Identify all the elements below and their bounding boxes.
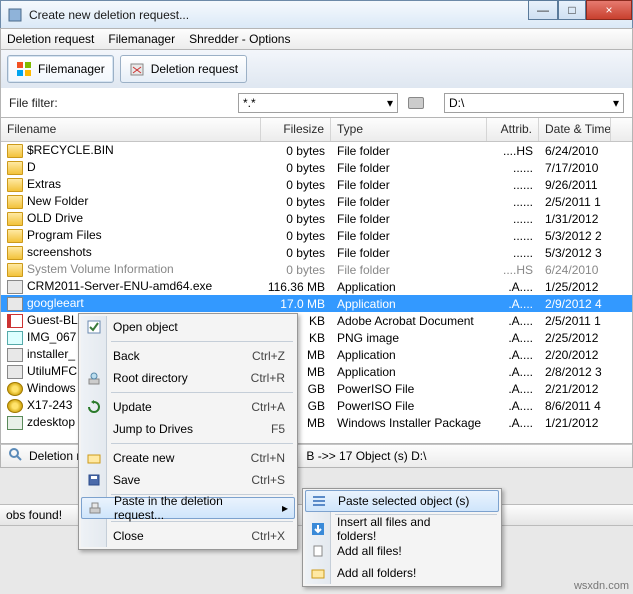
context-menu: Open object Back Ctrl+Z Root directory C… xyxy=(78,313,298,550)
jobs-text: obs found! xyxy=(6,508,62,522)
magnifier-icon xyxy=(9,448,23,465)
refresh-icon xyxy=(86,399,102,415)
tabbar: Filemanager Deletion request xyxy=(0,50,633,88)
folder-icon xyxy=(86,450,102,466)
ctx-update[interactable]: Update Ctrl+A xyxy=(81,396,295,418)
tab-deletion-request[interactable]: Deletion request xyxy=(120,55,247,83)
iso-icon xyxy=(7,399,23,413)
minimize-button[interactable]: — xyxy=(528,0,558,20)
table-row[interactable]: OLD Drive0 bytesFile folder......1/31/20… xyxy=(1,210,632,227)
table-row[interactable]: System Volume Information0 bytesFile fol… xyxy=(1,261,632,278)
window-title: Create new deletion request... xyxy=(29,8,528,22)
app-icon xyxy=(7,280,23,294)
app-icon xyxy=(7,7,23,23)
ctx-back[interactable]: Back Ctrl+Z xyxy=(81,345,295,367)
tab-label: Deletion request xyxy=(151,62,238,76)
tab-filemanager[interactable]: Filemanager xyxy=(7,55,114,83)
msi-icon xyxy=(7,416,23,430)
table-row[interactable]: Extras0 bytesFile folder......9/26/2011 xyxy=(1,176,632,193)
filter-row: File filter: *.* ▾ D:\ ▾ xyxy=(0,88,633,118)
ctx-close[interactable]: Close Ctrl+X xyxy=(81,525,295,547)
watermark: wsxdn.com xyxy=(574,580,629,592)
ctx-add-all-files[interactable]: Add all files! xyxy=(305,540,499,562)
maximize-button[interactable]: □ xyxy=(558,0,586,20)
folder-icon xyxy=(7,212,23,226)
col-filesize[interactable]: Filesize xyxy=(261,118,331,141)
tab-label: Filemanager xyxy=(38,62,105,76)
ctx-create-new[interactable]: Create new Ctrl+N xyxy=(81,447,295,469)
col-attrib[interactable]: Attrib. xyxy=(487,118,539,141)
app-icon xyxy=(7,348,23,362)
menubar: Deletion request Filemanager Shredder - … xyxy=(0,28,633,50)
table-row[interactable]: CRM2011-Server-ENU-amd64.exe116.36 MBApp… xyxy=(1,278,632,295)
filter-pattern-combo[interactable]: *.* ▾ xyxy=(238,93,398,113)
titlebar: Create new deletion request... — □ × xyxy=(0,0,633,28)
folder-icon xyxy=(310,565,326,581)
col-type[interactable]: Type xyxy=(331,118,487,141)
folder-icon xyxy=(7,195,23,209)
drive-value: D:\ xyxy=(449,96,464,110)
ctx-save[interactable]: Save Ctrl+S xyxy=(81,469,295,491)
menu-filemanager[interactable]: Filemanager xyxy=(108,32,175,46)
ctx-root-directory[interactable]: Root directory Ctrl+R xyxy=(81,367,295,389)
root-icon xyxy=(86,370,102,386)
app-icon xyxy=(7,297,23,311)
menu-shredder-options[interactable]: Shredder - Options xyxy=(189,32,290,46)
ctx-paste-in-deletion-request[interactable]: Paste in the deletion request... ▸ xyxy=(81,497,295,519)
menu-deletion-request[interactable]: Deletion request xyxy=(7,32,94,46)
file-filter-label: File filter: xyxy=(9,96,58,110)
list-icon xyxy=(311,493,327,509)
folder-icon xyxy=(7,263,23,277)
submenu-arrow-icon: ▸ xyxy=(282,501,288,515)
folder-icon xyxy=(7,246,23,260)
status-text: B ->> 17 Object (s) D:\ xyxy=(306,449,426,463)
chevron-down-icon: ▾ xyxy=(613,96,619,110)
folder-icon xyxy=(7,161,23,175)
col-filename[interactable]: Filename xyxy=(1,118,261,141)
ctx-jump-to-drives[interactable]: Jump to Drives F5 xyxy=(81,418,295,440)
ctx-insert-all-files-folders[interactable]: Insert all files and folders! xyxy=(305,518,499,540)
filter-pattern-value: *.* xyxy=(243,96,256,110)
context-submenu: Paste selected object (s) Insert all fil… xyxy=(302,488,502,587)
drive-combo[interactable]: D:\ ▾ xyxy=(444,93,624,113)
col-date[interactable]: Date & Time xyxy=(539,118,611,141)
table-row[interactable]: New Folder0 bytesFile folder......2/5/20… xyxy=(1,193,632,210)
drive-icon xyxy=(408,97,424,109)
app-icon xyxy=(7,365,23,379)
png-icon xyxy=(7,331,23,345)
table-row[interactable]: Program Files0 bytesFile folder......5/3… xyxy=(1,227,632,244)
open-icon xyxy=(86,319,102,335)
iso-icon xyxy=(7,382,23,396)
table-row[interactable]: D0 bytesFile folder......7/17/2010 xyxy=(1,159,632,176)
insert-all-icon xyxy=(310,521,326,537)
table-row[interactable]: googleeart17.0 MBApplication.A....2/9/20… xyxy=(1,295,632,312)
table-row[interactable]: screenshots0 bytesFile folder......5/3/2… xyxy=(1,244,632,261)
save-icon xyxy=(86,472,102,488)
folder-icon xyxy=(7,144,23,158)
column-headers: Filename Filesize Type Attrib. Date & Ti… xyxy=(1,118,632,142)
paste-icon xyxy=(87,500,103,516)
pdf-icon xyxy=(7,314,23,328)
ctx-open-object[interactable]: Open object xyxy=(81,316,295,338)
close-button[interactable]: × xyxy=(586,0,632,20)
ctx-add-all-folders[interactable]: Add all folders! xyxy=(305,562,499,584)
status-prefix: Deletion r xyxy=(29,449,80,463)
windows-flag-icon xyxy=(16,61,32,77)
table-row[interactable]: $RECYCLE.BIN0 bytesFile folder....HS6/24… xyxy=(1,142,632,159)
chevron-down-icon: ▾ xyxy=(387,96,393,110)
deletion-icon xyxy=(129,61,145,77)
folder-icon xyxy=(7,178,23,192)
file-icon xyxy=(310,543,326,559)
ctx-paste-selected-objects[interactable]: Paste selected object (s) xyxy=(305,490,499,512)
folder-icon xyxy=(7,229,23,243)
